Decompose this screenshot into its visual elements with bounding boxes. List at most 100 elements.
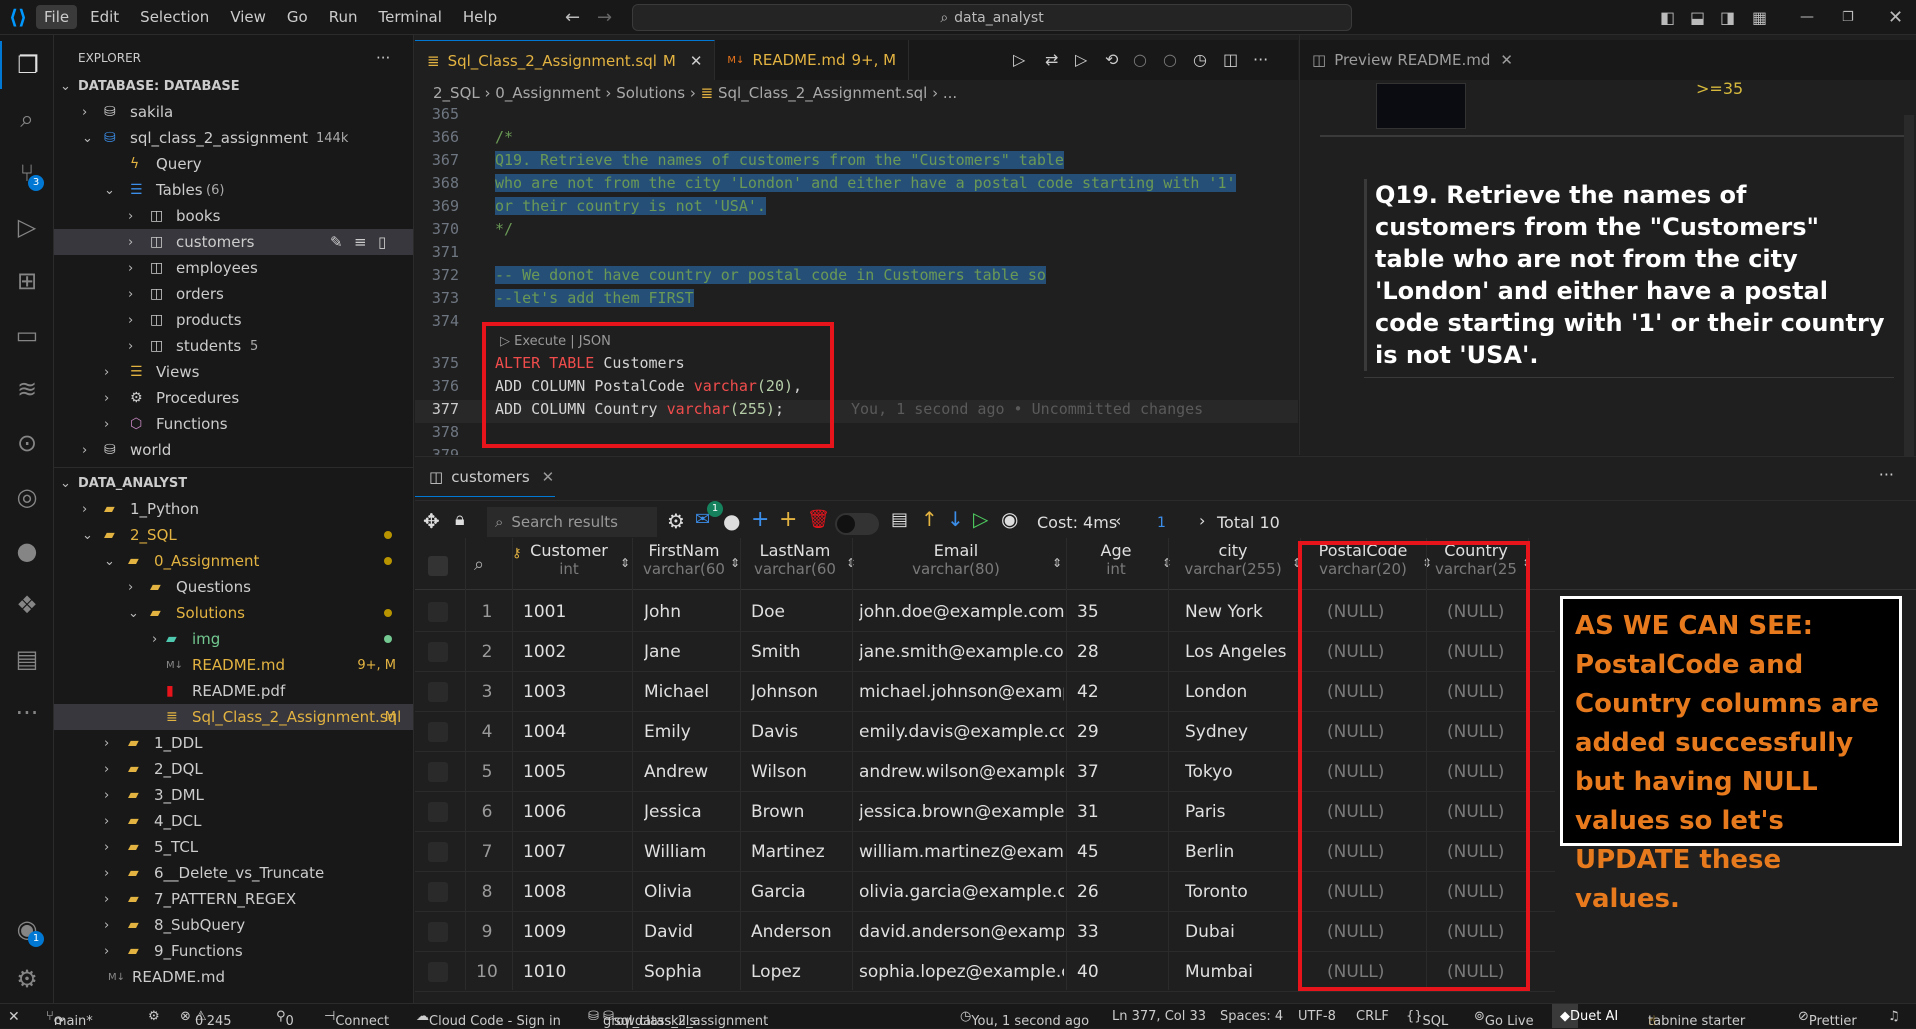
table-cell[interactable]: jessica.brown@example.coi [859, 802, 1064, 822]
tree-item-students[interactable]: › ◫ students 5 [54, 333, 413, 359]
table-cell[interactable]: Lopez [751, 962, 851, 982]
delete-trash-icon[interactable]: 🗑︎ [807, 509, 830, 530]
close-tab-icon[interactable]: ✕ [1500, 51, 1513, 69]
source-control-icon[interactable]: ⑂ 3 [0, 149, 54, 197]
tree-item-img[interactable]: › ▰ img [54, 626, 413, 652]
table-cell[interactable]: 42 [1077, 682, 1157, 702]
table-cell[interactable]: Olivia [644, 882, 734, 902]
table-cell[interactable]: 9 [472, 922, 502, 942]
table-cell[interactable]: Martinez [751, 842, 851, 862]
tree-item-solutions[interactable]: ⌄ ▰ Solutions [54, 600, 413, 626]
table-cell[interactable]: Sophia [644, 962, 734, 982]
tree-item-sakila[interactable]: › ⛁ sakila [54, 99, 413, 125]
cloud-code-status[interactable]: ☁ Cloud Code - Sign in [416, 1009, 561, 1029]
table-cell[interactable]: 1008 [523, 882, 613, 902]
table-row[interactable]: 9 1009 David Anderson david.anderson@example… [415, 912, 1916, 952]
database-layers-icon[interactable]: ≋ [0, 365, 54, 413]
layout-icon[interactable]: ▦ [1752, 8, 1767, 27]
arrow-up-icon[interactable]: ↑ [921, 507, 938, 531]
indentation[interactable]: Spaces: 4 [1220, 1009, 1283, 1024]
code-line[interactable]: 370 */ [415, 220, 1298, 243]
tree-item-procedures[interactable]: › ⚙ Procedures [54, 385, 413, 411]
row-checkbox[interactable] [428, 802, 448, 822]
table-cell[interactable]: 10 [472, 962, 502, 982]
tree-item-3-dml[interactable]: › ▰ 3_DML [54, 782, 413, 808]
tree-item-customers[interactable]: › ◫ customers ✎ ≡ ▯ [54, 229, 413, 255]
table-cell[interactable]: william.martinez@example. [859, 842, 1064, 862]
tree-item-sql-class-2-assignment[interactable]: ⌄ ⛁ sql_class_2_assignment 144k [54, 125, 413, 151]
table-cell[interactable]: 1001 [523, 602, 613, 622]
connect-status[interactable]: ⊣ Connect [324, 1009, 389, 1029]
next-page-icon[interactable]: › [1199, 511, 1205, 530]
row-checkbox[interactable] [428, 682, 448, 702]
table-cell[interactable]: Berlin [1185, 842, 1295, 862]
tree-item-query[interactable]: ϟ Query [54, 151, 413, 177]
breadcrumb-item[interactable]: Sql_Class_2_Assignment.sql [718, 84, 927, 102]
prev-change-icon[interactable]: ○ [1133, 50, 1147, 69]
tree-item-views[interactable]: › ☰ Views [54, 359, 413, 385]
tree-item-2-sql[interactable]: ⌄ ▰ 2_SQL [54, 522, 413, 548]
table-row[interactable]: 10 1010 Sophia Lopez sophia.lopez@example.co… [415, 952, 1916, 992]
table-cell[interactable]: emily.davis@example.com [859, 722, 1064, 742]
tree-item-books[interactable]: › ◫ books [54, 203, 413, 229]
line-ending[interactable]: CRLF [1356, 1009, 1389, 1024]
extensions-icon[interactable]: ⊞ [0, 257, 54, 305]
table-cell[interactable]: Mumbai [1185, 962, 1295, 982]
column-header[interactable]: Email varchar(80) [856, 541, 1056, 591]
tree-item-4-dcl[interactable]: › ▰ 4_DCL [54, 808, 413, 834]
toggle-panel-icon[interactable]: ⬓ [1690, 8, 1705, 27]
more-actions-icon[interactable]: ··· [376, 49, 390, 67]
tree-item-tables[interactable]: ⌄ ☰ Tables (6) [54, 177, 413, 203]
table-cell[interactable]: olivia.garcia@example.com [859, 882, 1064, 902]
settings-sync-icon[interactable]: ⚙ [148, 1009, 160, 1024]
settings-gear-icon[interactable]: ⚙ [667, 509, 685, 533]
more-icon[interactable]: ··· [0, 689, 54, 737]
menu-edit[interactable]: Edit [82, 5, 127, 29]
search-icon[interactable]: ⌕ [0, 95, 54, 143]
menu-help[interactable]: Help [455, 5, 505, 29]
table-cell[interactable]: John [644, 602, 734, 622]
tree-item-0-assignment[interactable]: ⌄ ▰ 0_Assignment [54, 548, 413, 574]
menu-terminal[interactable]: Terminal [371, 5, 450, 29]
table-cell[interactable]: 28 [1077, 642, 1157, 662]
tree-item-world[interactable]: › ⛁ world [54, 437, 413, 463]
tree-item-9-functions[interactable]: › ▰ 9_Functions [54, 938, 413, 964]
table-cell[interactable]: john.doe@example.com [859, 602, 1064, 622]
history-icon[interactable]: ◷ [1193, 50, 1207, 69]
table-cell[interactable]: 1006 [523, 802, 613, 822]
table-cell[interactable]: 1005 [523, 762, 613, 782]
run-query-icon[interactable]: ▷ [1013, 50, 1025, 69]
close-tab-icon[interactable]: ✕ [690, 52, 703, 70]
table-cell[interactable]: Tokyo [1185, 762, 1295, 782]
tab-preview[interactable]: ◫ Preview README.md ✕ [1300, 40, 1916, 80]
tree-item-products[interactable]: › ◫ products [54, 307, 413, 333]
table-cell[interactable]: Los Angeles [1185, 642, 1295, 662]
table-cell[interactable]: David [644, 922, 734, 942]
prettier-status[interactable]: ⊘ Prettier [1798, 1009, 1857, 1029]
table-cell[interactable]: Paris [1185, 802, 1295, 822]
ports-status[interactable]: ⚲ 0 [276, 1009, 294, 1029]
row-checkbox[interactable] [428, 882, 448, 902]
language-mode[interactable]: {} SQL [1406, 1009, 1448, 1029]
tab-readme[interactable]: M↓ README.md 9+, M [715, 40, 910, 80]
tree-item-employees[interactable]: › ◫ employees [54, 255, 413, 281]
column-header[interactable]: Age int [1066, 541, 1166, 591]
menu-file[interactable]: File [36, 5, 78, 29]
table-cell[interactable]: Brown [751, 802, 851, 822]
split-editor-icon[interactable]: ◫ [1223, 50, 1238, 69]
table-cell[interactable]: Andrew [644, 762, 734, 782]
table-cell[interactable]: 26 [1077, 882, 1157, 902]
table-cell[interactable]: 1007 [523, 842, 613, 862]
tree-item-8-subquery[interactable]: › ▰ 8_SubQuery [54, 912, 413, 938]
restore-icon[interactable]: ❐ [1842, 10, 1854, 25]
command-center[interactable]: ⌕ data_analyst [632, 4, 1352, 31]
table-cell[interactable]: 8 [472, 882, 502, 902]
table-cell[interactable]: sophia.lopez@example.coi [859, 962, 1064, 982]
tree-item-1-ddl[interactable]: › ▰ 1_DDL [54, 730, 413, 756]
table-cell[interactable]: Toronto [1185, 882, 1295, 902]
new-file-icon[interactable]: ▯ [378, 233, 386, 251]
table-cell[interactable]: Emily [644, 722, 734, 742]
toggle-sidebar-icon[interactable]: ◧ [1660, 8, 1675, 27]
table-cell[interactable]: 4 [472, 722, 502, 742]
tab-results[interactable]: ◫ customers ✕ [415, 457, 555, 497]
